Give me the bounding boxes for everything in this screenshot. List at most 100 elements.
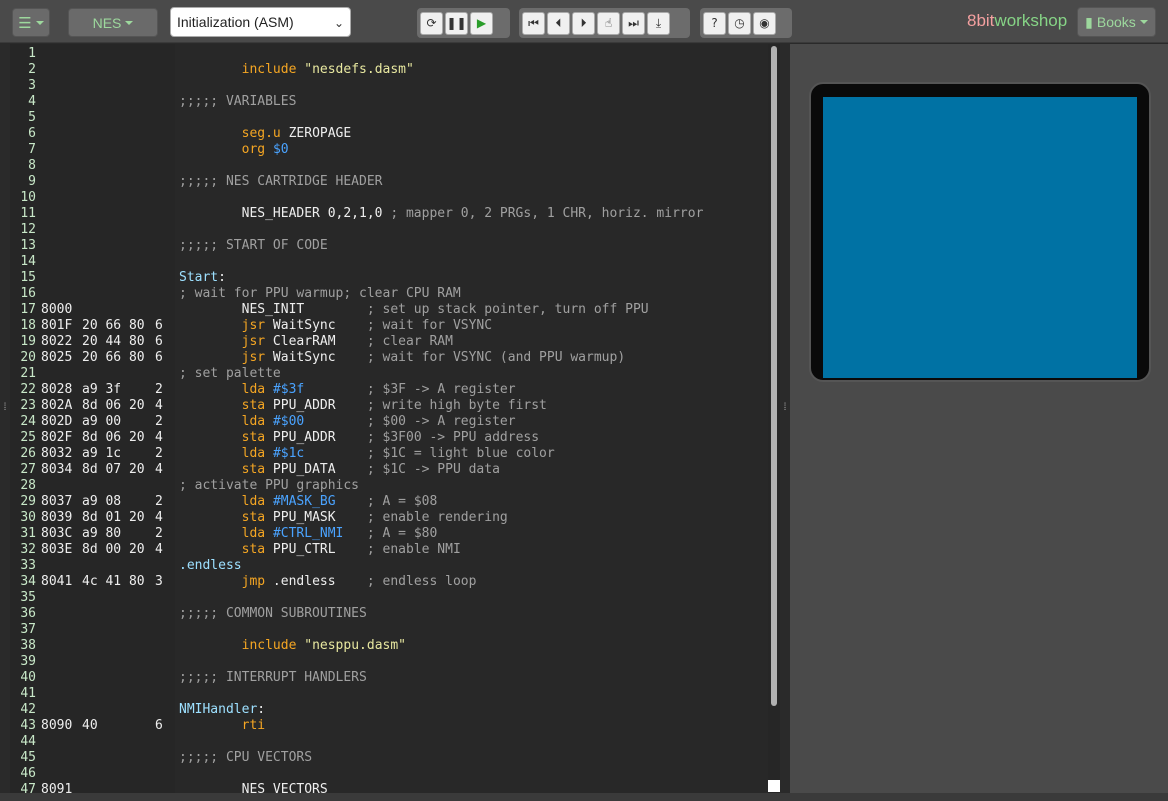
- code-line[interactable]: lda #$3f ; $3F -> A register: [175, 382, 768, 398]
- gutter-row: 26 8032 a9 1c 2: [10, 446, 175, 462]
- cycle-count: 6: [155, 334, 163, 349]
- download-button[interactable]: ⤓: [647, 11, 670, 35]
- code-token: sta: [241, 398, 266, 413]
- code-line[interactable]: sta PPU_DATA ; $1C -> PPU data: [175, 462, 768, 478]
- code-line[interactable]: jsr WaitSync ; wait for VSYNC (and PPU w…: [175, 350, 768, 366]
- code-line[interactable]: jmp .endless ; endless loop: [175, 574, 768, 590]
- code-line[interactable]: rti: [175, 718, 768, 734]
- right-splitter[interactable]: ⁞: [782, 403, 788, 435]
- code-line[interactable]: sta PPU_MASK ; enable rendering: [175, 510, 768, 526]
- code-line[interactable]: [175, 590, 768, 606]
- opcode-bytes: a9 3f: [82, 382, 122, 397]
- play-button[interactable]: ▶: [470, 11, 493, 35]
- code-token: sta: [241, 510, 266, 525]
- code-line[interactable]: [175, 254, 768, 270]
- code-line[interactable]: ;;;;; CPU VECTORS: [175, 750, 768, 766]
- line-number: 44: [20, 734, 36, 749]
- gutter-row: 18 801F 20 66 80 6: [10, 318, 175, 334]
- code-line[interactable]: NMIHandler:: [175, 702, 768, 718]
- editor-scrollbar[interactable]: [768, 44, 780, 793]
- code-line[interactable]: .endless: [175, 558, 768, 574]
- code-line[interactable]: lda #MASK_BG ; A = $08: [175, 494, 768, 510]
- gutter-row: 27 8034 8d 07 20 4: [10, 462, 175, 478]
- code-token: ;;;;; NES CARTRIDGE HEADER: [179, 174, 383, 189]
- code-line[interactable]: include "nesdefs.dasm": [175, 62, 768, 78]
- code-line[interactable]: [175, 78, 768, 94]
- code-line[interactable]: sta PPU_ADDR ; $3F00 -> PPU address: [175, 430, 768, 446]
- code-line[interactable]: lda #$00 ; $00 -> A register: [175, 414, 768, 430]
- step-back-button[interactable]: ⏴: [547, 11, 570, 35]
- cycle-count: 4: [155, 462, 163, 477]
- gutter-row: 33: [10, 558, 175, 574]
- help-button[interactable]: ?: [703, 11, 726, 35]
- code-line[interactable]: [175, 158, 768, 174]
- code-line[interactable]: [175, 766, 768, 782]
- platform-dropdown[interactable]: NES: [68, 8, 158, 37]
- clock-button[interactable]: ◷: [728, 11, 751, 35]
- code-line[interactable]: [175, 46, 768, 62]
- books-dropdown[interactable]: ▮ Books: [1077, 7, 1156, 37]
- step-forward-button[interactable]: ⏵: [572, 11, 595, 35]
- gutter-row: 7: [10, 142, 175, 158]
- code-line[interactable]: jsr ClearRAM ; clear RAM: [175, 334, 768, 350]
- code-line[interactable]: jsr WaitSync ; wait for VSYNC: [175, 318, 768, 334]
- code-line[interactable]: include "nesppu.dasm": [175, 638, 768, 654]
- code-line[interactable]: ; wait for PPU warmup; clear CPU RAM: [175, 286, 768, 302]
- line-number: 32: [20, 542, 36, 557]
- code-line[interactable]: [175, 190, 768, 206]
- code-line[interactable]: ; activate PPU graphics: [175, 478, 768, 494]
- line-number: 2: [28, 62, 36, 77]
- fast-forward-button[interactable]: ⏭: [622, 11, 645, 35]
- brand-logo[interactable]: 8bitworkshop: [967, 11, 1067, 31]
- code-line[interactable]: org $0: [175, 142, 768, 158]
- code-line[interactable]: ;;;;; VARIABLES: [175, 94, 768, 110]
- code-line[interactable]: Start:: [175, 270, 768, 286]
- menu-button[interactable]: ☰: [12, 8, 50, 37]
- code-line[interactable]: ; set palette: [175, 366, 768, 382]
- code-line[interactable]: sta PPU_ADDR ; write high byte first: [175, 398, 768, 414]
- code-line[interactable]: ;;;;; NES CARTRIDGE HEADER: [175, 174, 768, 190]
- line-number: 42: [20, 702, 36, 717]
- code-line[interactable]: [175, 686, 768, 702]
- code-token: WaitSync: [265, 318, 367, 333]
- file-select[interactable]: Initialization (ASM) ⌄: [170, 7, 351, 37]
- step-into-button[interactable]: ☝: [597, 11, 620, 35]
- emulator-screen[interactable]: [823, 97, 1137, 378]
- code-line[interactable]: [175, 622, 768, 638]
- cycle-count: 6: [155, 350, 163, 365]
- address: 8090: [41, 718, 73, 733]
- code-line[interactable]: NES_HEADER 0,2,1,0 ; mapper 0, 2 PRGs, 1…: [175, 206, 768, 222]
- opcode-bytes: 40: [82, 718, 98, 733]
- code-line[interactable]: [175, 734, 768, 750]
- code-line[interactable]: ;;;;; INTERRUPT HANDLERS: [175, 670, 768, 686]
- gutter-row: 31 803C a9 80 2: [10, 526, 175, 542]
- gutter-row: 9: [10, 174, 175, 190]
- code-line[interactable]: seg.u ZEROPAGE: [175, 126, 768, 142]
- code-token: ;;;;; CPU VECTORS: [179, 750, 313, 765]
- gutter-row: 36: [10, 606, 175, 622]
- left-splitter[interactable]: ⁞: [2, 403, 8, 435]
- code-line[interactable]: sta PPU_CTRL ; enable NMI: [175, 542, 768, 558]
- opcode-bytes: a9 08: [82, 494, 122, 509]
- pause-button[interactable]: ❚❚: [445, 11, 468, 35]
- code-line[interactable]: ;;;;; START OF CODE: [175, 238, 768, 254]
- reset-button[interactable]: ⟳: [420, 11, 443, 35]
- rewind-button[interactable]: ⏮: [522, 11, 545, 35]
- code-line[interactable]: [175, 654, 768, 670]
- record-button[interactable]: ◉: [753, 11, 776, 35]
- cycle-count: 2: [155, 382, 163, 397]
- code-line[interactable]: ;;;;; COMMON SUBROUTINES: [175, 606, 768, 622]
- line-number: 35: [20, 590, 36, 605]
- scrollbar-thumb[interactable]: [771, 46, 777, 706]
- code-editor[interactable]: include "nesdefs.dasm" ;;;;; VARIABLES se…: [175, 44, 768, 793]
- code-line[interactable]: NES_INIT ; set up stack pointer, turn of…: [175, 302, 768, 318]
- line-number: 15: [20, 270, 36, 285]
- code-line[interactable]: [175, 110, 768, 126]
- code-line[interactable]: NES_VECTORS: [175, 782, 768, 793]
- code-line[interactable]: lda #$1c ; $1C = light blue color: [175, 446, 768, 462]
- code-line[interactable]: lda #CTRL_NMI ; A = $80: [175, 526, 768, 542]
- code-line[interactable]: [175, 222, 768, 238]
